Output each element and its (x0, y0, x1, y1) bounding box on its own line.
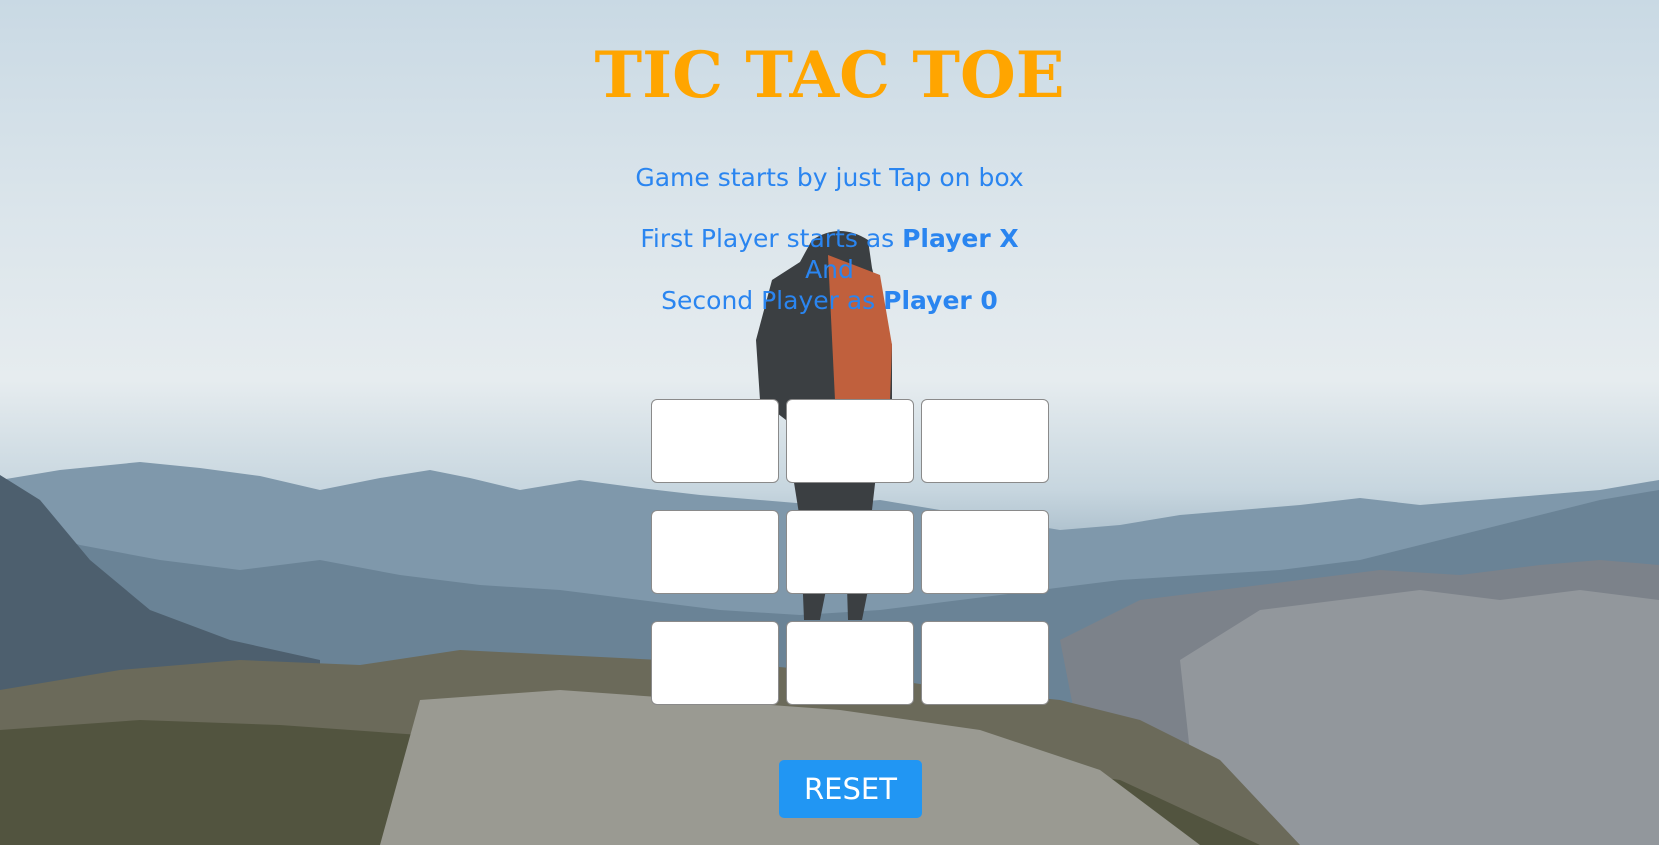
board-cell-4[interactable] (651, 510, 779, 594)
board-cell-7[interactable] (651, 621, 779, 705)
reset-button[interactable]: RESET (779, 760, 922, 818)
board-cell-9[interactable] (921, 621, 1049, 705)
first-player-prefix: First Player starts as (640, 224, 903, 253)
board-cell-2[interactable] (786, 399, 914, 483)
board-cell-5[interactable] (786, 510, 914, 594)
instruction-first-player: First Player starts as Player X (0, 223, 1659, 254)
instruction-start: Game starts by just Tap on box (635, 163, 1024, 192)
second-player-prefix: Second Player as (661, 286, 884, 315)
instruction-second-player: Second Player as Player 0 (0, 285, 1659, 316)
instruction-and: And (805, 255, 854, 284)
board-cell-8[interactable] (786, 621, 914, 705)
board-cell-6[interactable] (921, 510, 1049, 594)
game-board (651, 399, 1050, 705)
instructions: Game starts by just Tap on box First Pla… (0, 162, 1659, 316)
first-player-label: Player X (902, 224, 1019, 253)
board-cell-1[interactable] (651, 399, 779, 483)
second-player-label: Player 0 (883, 286, 998, 315)
page-title: TIC TAC TOE (594, 38, 1065, 113)
board-cell-3[interactable] (921, 399, 1049, 483)
